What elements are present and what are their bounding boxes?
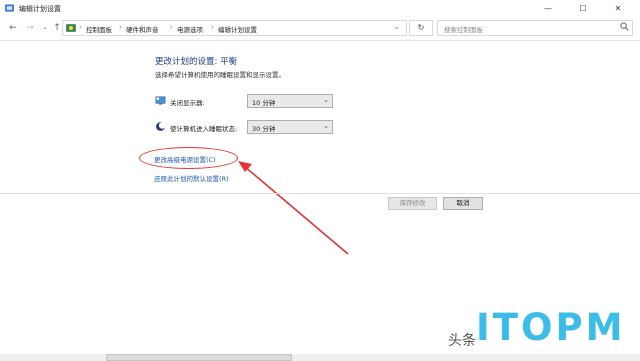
display-off-value: 10 分钟 — [252, 99, 276, 107]
watermark-small-text: 头条 — [448, 333, 476, 349]
close-button[interactable]: ✕ — [605, 0, 631, 18]
back-arrow-icon[interactable]: ← — [8, 22, 18, 34]
monitor-icon — [155, 96, 166, 105]
window-title: 编辑计划设置 — [19, 5, 61, 13]
control-panel-icon — [66, 24, 76, 32]
restore-defaults-link[interactable]: 还原此计划的默认设置(R) — [154, 173, 229, 183]
display-off-select[interactable]: 10 分钟 ⌄ — [247, 94, 333, 108]
maximize-button[interactable]: ☐ — [570, 0, 596, 18]
sleep-select[interactable]: 30 分钟 ⌄ — [247, 120, 333, 134]
watermark-logo-text: ITOPM — [476, 306, 626, 349]
address-dropdown-chevron-icon[interactable]: ⌄ — [394, 23, 400, 31]
chevron-down-icon: ⌄ — [323, 96, 329, 104]
breadcrumb-power-options[interactable]: 电源选项 — [177, 24, 203, 34]
breadcrumb-separator: › — [79, 23, 82, 31]
breadcrumb-control-panel[interactable]: 控制面板 — [86, 24, 112, 34]
up-arrow-icon[interactable]: ↑ — [52, 22, 62, 34]
page-description: 选择希望计算机使用的睡眠设置和显示设置。 — [155, 71, 285, 79]
display-off-label: 关闭显示器: — [170, 99, 205, 107]
sleep-value: 30 分钟 — [252, 125, 276, 133]
divider — [0, 193, 640, 194]
search-placeholder: 搜索控制面板 — [444, 26, 483, 34]
search-icon[interactable] — [620, 22, 629, 31]
divider — [0, 40, 640, 41]
page-heading: 更改计划的设置: 平衡 — [155, 57, 238, 67]
annotation-ellipse — [139, 147, 238, 169]
background-window-edge — [106, 354, 292, 361]
refresh-icon[interactable]: ↻ — [409, 20, 433, 36]
breadcrumb-separator: › — [170, 23, 173, 31]
sleep-label: 使计算机进入睡眠状态: — [170, 125, 238, 133]
recent-locations-chevron-icon[interactable]: ⌄ — [40, 22, 50, 34]
breadcrumb-separator: › — [119, 23, 122, 31]
minimize-button[interactable]: — — [535, 0, 561, 18]
breadcrumb-edit-plan[interactable]: 编辑计划设置 — [218, 24, 257, 34]
cancel-button[interactable]: 取消 — [443, 197, 483, 210]
breadcrumb-hardware-sound[interactable]: 硬件和声音 — [126, 24, 159, 34]
save-changes-button[interactable]: 保存修改 — [388, 197, 437, 210]
forward-arrow-icon[interactable]: → — [25, 22, 35, 34]
power-options-app-icon — [5, 4, 14, 12]
sleep-moon-icon — [156, 122, 166, 131]
chevron-down-icon: ⌄ — [323, 122, 329, 130]
breadcrumb-separator: › — [211, 23, 214, 31]
